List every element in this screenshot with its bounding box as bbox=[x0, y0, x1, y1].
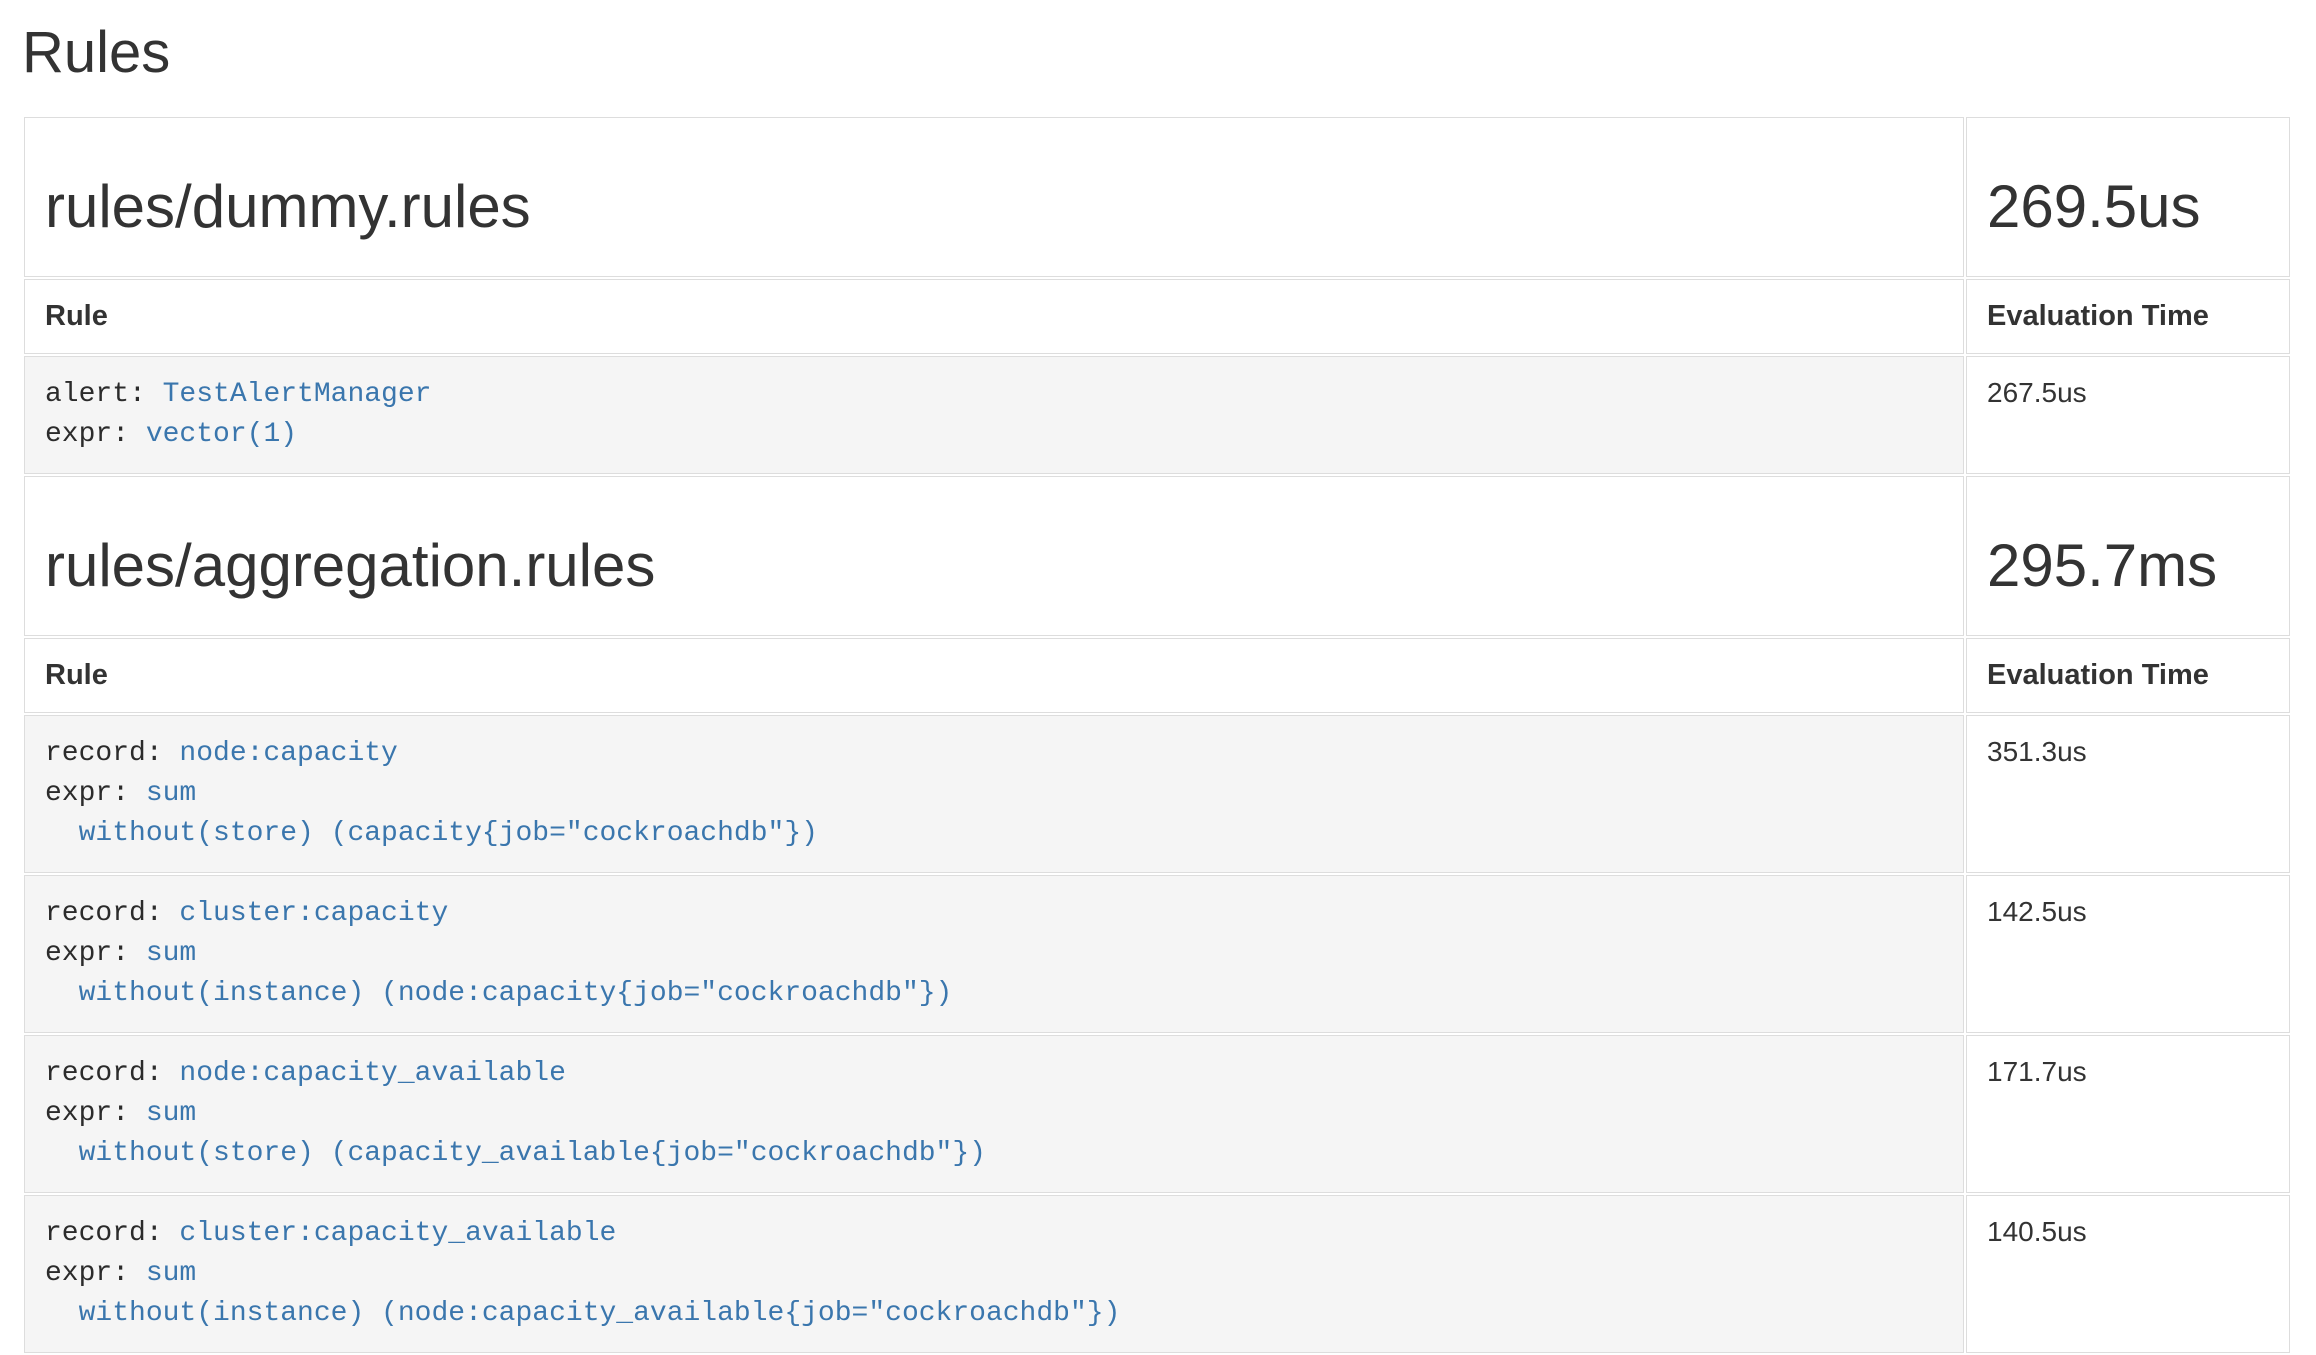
rule-definition-cell: record: node:capacity_available expr: su… bbox=[24, 1035, 1964, 1193]
rule-eval-time: 171.7us bbox=[1966, 1035, 2290, 1193]
rule-definition-cell: record: cluster:capacity_available expr:… bbox=[24, 1195, 1964, 1353]
rule-keyword: record: bbox=[45, 1218, 179, 1249]
rule-code: record: node:capacity_available expr: su… bbox=[45, 1054, 1943, 1174]
record-name-link[interactable]: node:capacity_available bbox=[179, 1058, 565, 1089]
rule-group-eval-time: 269.5us bbox=[1987, 174, 2269, 240]
expr-link[interactable]: sum without(instance) (node:capacity_ava… bbox=[45, 1258, 1120, 1329]
expr-link[interactable]: sum without(instance) (node:capacity{job… bbox=[45, 938, 952, 1009]
column-header-row: Rule Evaluation Time bbox=[24, 638, 2290, 713]
evaluation-time-column-header: Evaluation Time bbox=[1966, 638, 2290, 713]
rule-code: record: cluster:capacity expr: sum witho… bbox=[45, 894, 1943, 1014]
rule-column-header: Rule bbox=[24, 638, 1964, 713]
rule-code: record: cluster:capacity_available expr:… bbox=[45, 1214, 1943, 1334]
rule-group-eval-time-cell: 269.5us bbox=[1966, 117, 2290, 277]
rule-group-file-cell: rules/aggregation.rules bbox=[24, 476, 1964, 636]
expr-keyword: expr: bbox=[45, 1098, 146, 1129]
evaluation-time-column-header: Evaluation Time bbox=[1966, 279, 2290, 354]
rule-definition-cell: record: node:capacity expr: sum without(… bbox=[24, 715, 1964, 873]
rule-eval-time: 267.5us bbox=[1966, 356, 2290, 474]
rule-eval-time: 351.3us bbox=[1966, 715, 2290, 873]
rule-keyword: record: bbox=[45, 738, 179, 769]
rule-row: record: node:capacity expr: sum without(… bbox=[24, 715, 2290, 873]
expr-keyword: expr: bbox=[45, 938, 146, 969]
rule-group-header-row: rules/aggregation.rules 295.7ms bbox=[24, 476, 2290, 636]
rule-eval-time: 142.5us bbox=[1966, 875, 2290, 1033]
rule-code: record: node:capacity expr: sum without(… bbox=[45, 734, 1943, 854]
expr-keyword: expr: bbox=[45, 419, 146, 450]
rule-row: alert: TestAlertManager expr: vector(1) … bbox=[24, 356, 2290, 474]
rule-definition-cell: record: cluster:capacity expr: sum witho… bbox=[24, 875, 1964, 1033]
expr-keyword: expr: bbox=[45, 1258, 146, 1289]
rule-row: record: cluster:capacity_available expr:… bbox=[24, 1195, 2290, 1353]
rule-keyword: record: bbox=[45, 1058, 179, 1089]
rule-definition-cell: alert: TestAlertManager expr: vector(1) bbox=[24, 356, 1964, 474]
column-header-row: Rule Evaluation Time bbox=[24, 279, 2290, 354]
rule-group-header-row: rules/dummy.rules 269.5us bbox=[24, 117, 2290, 277]
rules-table: rules/dummy.rules 269.5us Rule Evaluatio… bbox=[22, 115, 2292, 1355]
expr-keyword: expr: bbox=[45, 778, 146, 809]
rule-row: record: cluster:capacity expr: sum witho… bbox=[24, 875, 2290, 1033]
rule-group-file: rules/dummy.rules bbox=[45, 174, 1943, 240]
page-title: Rules bbox=[22, 21, 2292, 85]
expr-link[interactable]: vector(1) bbox=[146, 419, 297, 450]
record-name-link[interactable]: node:capacity bbox=[179, 738, 397, 769]
rule-group-eval-time-cell: 295.7ms bbox=[1966, 476, 2290, 636]
rule-group-file: rules/aggregation.rules bbox=[45, 533, 1943, 599]
rule-eval-time: 140.5us bbox=[1966, 1195, 2290, 1353]
rule-group-file-cell: rules/dummy.rules bbox=[24, 117, 1964, 277]
rule-group-eval-time: 295.7ms bbox=[1987, 533, 2269, 599]
rule-column-header: Rule bbox=[24, 279, 1964, 354]
rule-keyword: alert: bbox=[45, 379, 163, 410]
expr-link[interactable]: sum without(store) (capacity{job="cockro… bbox=[45, 778, 818, 849]
rule-keyword: record: bbox=[45, 898, 179, 929]
record-name-link[interactable]: cluster:capacity bbox=[179, 898, 448, 929]
rule-code: alert: TestAlertManager expr: vector(1) bbox=[45, 375, 1943, 455]
rule-row: record: node:capacity_available expr: su… bbox=[24, 1035, 2290, 1193]
alert-name-link[interactable]: TestAlertManager bbox=[163, 379, 432, 410]
expr-link[interactable]: sum without(store) (capacity_available{j… bbox=[45, 1098, 986, 1169]
record-name-link[interactable]: cluster:capacity_available bbox=[179, 1218, 616, 1249]
